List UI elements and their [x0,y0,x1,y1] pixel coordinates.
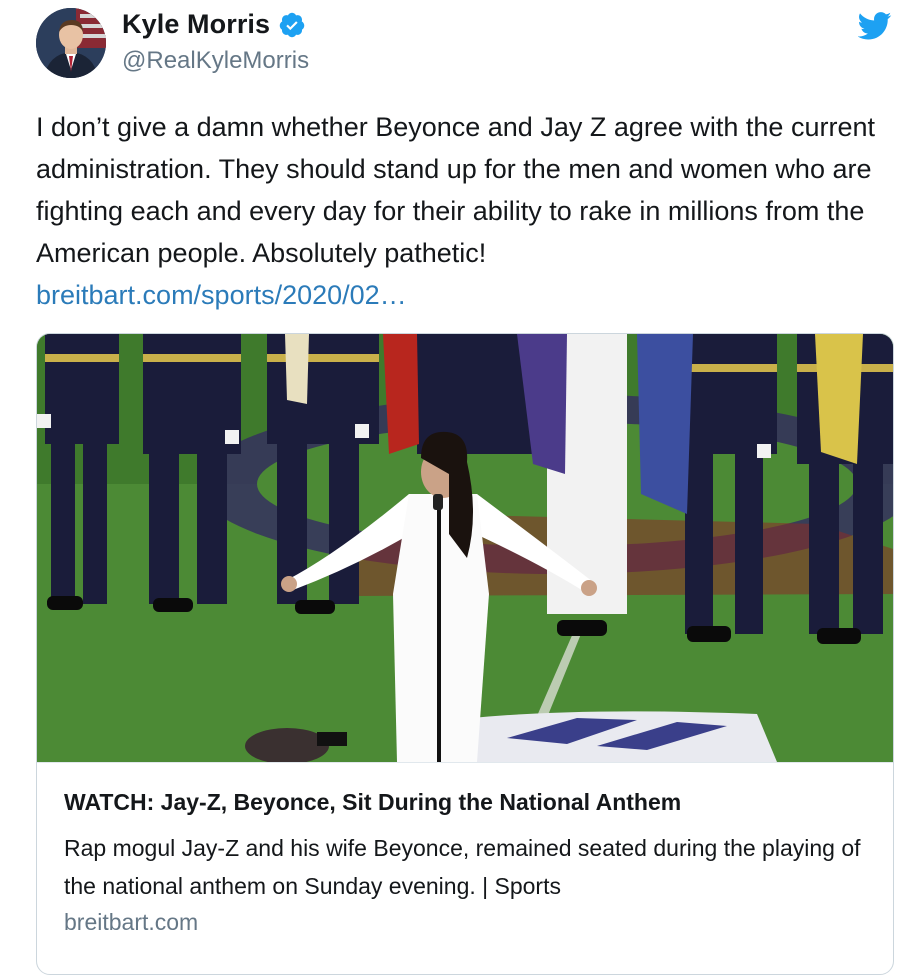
card-title: WATCH: Jay-Z, Beyonce, Sit During the Na… [64,789,682,815]
card-description: Rap mogul Jay-Z and his wife Beyonce, re… [64,835,861,899]
twitter-bird-icon[interactable] [858,12,892,40]
avatar[interactable] [36,8,106,78]
card-image [37,334,893,762]
author-name-row: Kyle Morris [122,9,306,40]
verified-badge-icon [279,12,305,37]
avatar-image [36,8,106,78]
author-display-name[interactable]: Kyle Morris [122,9,270,40]
tweet-link[interactable]: breitbart.com/sports/2020/02… [36,274,896,316]
link-preview-card[interactable]: WATCH: Jay-Z, Beyonce, Sit During the Na… [36,333,894,975]
card-body: WATCH: Jay-Z, Beyonce, Sit During the Na… [37,762,893,935]
tweet-body: I don’t give a damn whether Beyonce and … [36,112,875,268]
tweet: Kyle Morris @RealKyleMorris I don’t give… [0,0,919,975]
card-domain: breitbart.com [64,909,199,935]
tweet-text: I don’t give a damn whether Beyonce and … [36,106,896,316]
author-handle[interactable]: @RealKyleMorris [122,47,309,75]
